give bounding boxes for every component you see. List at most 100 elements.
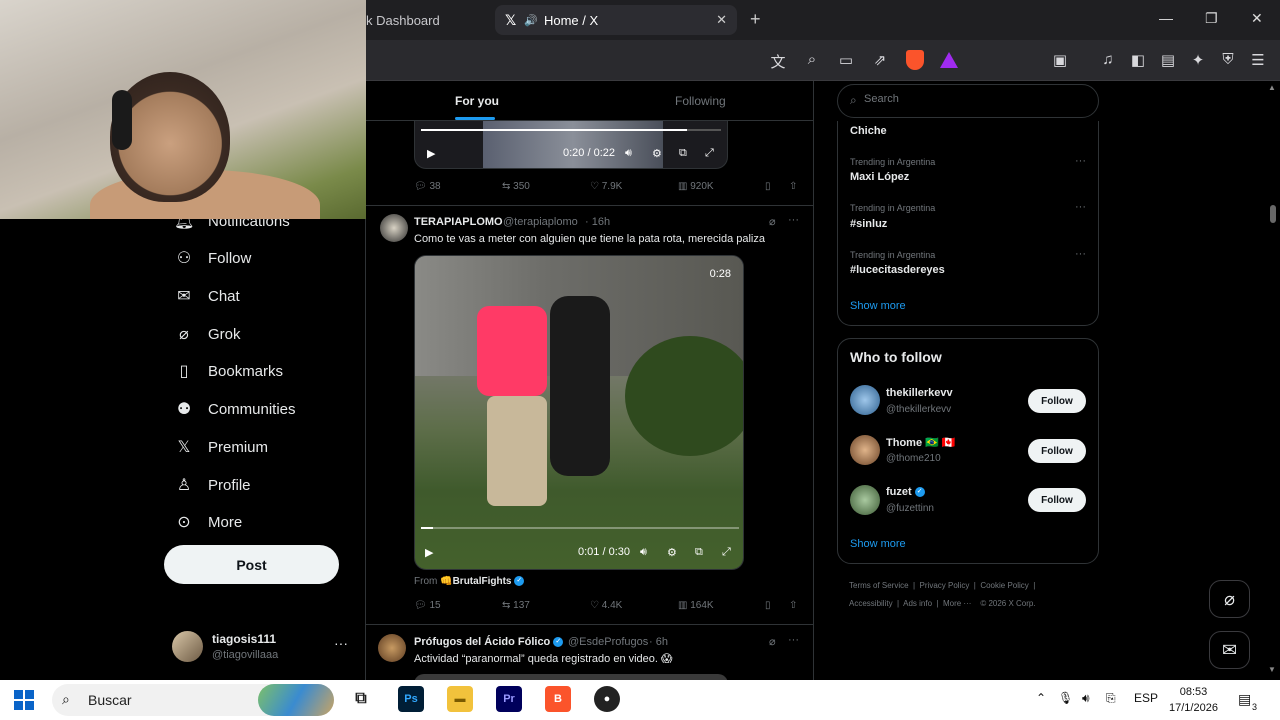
scrollbar-thumb[interactable] (1270, 205, 1276, 223)
nav-communities[interactable]: ⚉ Communities (174, 399, 296, 419)
search-box[interactable]: ⌕ (837, 84, 1099, 118)
media-icon[interactable]: ♫ (1098, 51, 1118, 68)
suggestion-handle[interactable]: @thekillerkevv (886, 404, 951, 415)
nav-bookmarks[interactable]: ▯ Bookmarks (174, 361, 283, 381)
more-dots-icon[interactable]: ··· (788, 214, 799, 226)
avatar[interactable] (850, 385, 880, 415)
tweet-author-handle[interactable]: @EsdeProfugos (568, 636, 648, 648)
wallet-icon[interactable]: ▤ (1158, 51, 1178, 69)
tab-search-icon[interactable]: ▣ (1050, 51, 1070, 69)
tweet-time[interactable]: · 16h (585, 216, 610, 228)
more-dots-icon[interactable]: ··· (1075, 155, 1086, 167)
zoom-icon[interactable]: ⌕ (802, 51, 822, 68)
video-progress-bar[interactable] (421, 129, 721, 131)
tweet-avatar[interactable] (380, 214, 408, 242)
tab-dashboard[interactable]: k Dashboard (360, 5, 490, 35)
trends-show-more[interactable]: Show more (850, 300, 906, 312)
tweet-avatar[interactable] (378, 634, 406, 662)
suggestion-name[interactable]: Thome 🇧🇷 🇨🇦 (886, 436, 956, 449)
views-count[interactable]: ▥ 920K (678, 181, 714, 192)
suggestion-handle[interactable]: @thome210 (886, 453, 941, 464)
language-indicator[interactable]: ESP (1134, 691, 1158, 705)
avatar[interactable] (850, 435, 880, 465)
tweet-author-handle[interactable]: @terapiaplomo (503, 216, 578, 228)
leo-ai-icon[interactable]: ✦ (1188, 51, 1208, 69)
new-tab-button[interactable]: + (750, 9, 761, 30)
obs-icon[interactable]: ● (594, 686, 620, 712)
follow-button[interactable]: Follow (1028, 389, 1086, 413)
window-close-icon[interactable]: ✕ (1251, 10, 1263, 27)
taskbar-search[interactable]: ⌕ Buscar (52, 684, 334, 716)
follow-button[interactable]: Follow (1028, 439, 1086, 463)
restore-icon[interactable]: ❐ (1205, 10, 1218, 27)
search-input[interactable] (864, 93, 1084, 105)
bookmark-icon[interactable]: ▯ (765, 181, 771, 192)
volume-icon[interactable]: 🔊︎ (640, 546, 647, 559)
tweet-author-name[interactable]: Prófugos del Ácido Fólico ✓ (414, 636, 564, 648)
nav-grok[interactable]: ⌀ Grok (174, 324, 240, 344)
show-hidden-icons[interactable]: ⌃ (1036, 691, 1046, 705)
share-icon[interactable]: ⇧ (789, 600, 797, 611)
repost-button[interactable]: ⇆ 137 (502, 600, 530, 611)
nav-more[interactable]: ⊙ More (174, 512, 242, 532)
scroll-down-icon[interactable]: ▼ (1268, 665, 1276, 674)
who-to-follow-show-more[interactable]: Show more (850, 538, 906, 550)
sidebar-toggle-icon[interactable]: ◧ (1128, 51, 1148, 69)
minimize-icon[interactable]: — (1159, 10, 1173, 26)
follow-button[interactable]: Follow (1028, 488, 1086, 512)
brave-shields-icon[interactable] (906, 50, 924, 70)
like-button[interactable]: ♡ 7.9K (590, 181, 622, 192)
nav-profile[interactable]: ♙ Profile (174, 475, 251, 495)
post-button[interactable]: Post (164, 545, 339, 584)
volume-icon[interactable]: 🔊︎ (625, 147, 632, 160)
cast-icon[interactable]: ▭ (836, 51, 856, 69)
translate-icon[interactable]: 文 (768, 51, 788, 72)
bookmark-icon[interactable]: ▯ (765, 600, 771, 611)
from-source[interactable]: BrutalFights (453, 576, 512, 587)
clock[interactable]: 08:53 17/1/2026 (1169, 684, 1218, 716)
account-switcher[interactable]: tiagosis111 @tiagovillaaa ··· (172, 629, 362, 669)
footer-privacy[interactable]: Privacy Policy (920, 581, 970, 590)
fullscreen-icon[interactable]: ⤢ (722, 546, 731, 559)
nav-follow[interactable]: ⚇ Follow (174, 248, 252, 268)
trend-title[interactable]: #lucecitasdereyes (850, 264, 945, 276)
reply-button[interactable]: 💬︎ 38 (414, 181, 441, 192)
grok-icon[interactable]: ⌀ (769, 635, 776, 648)
share-icon[interactable]: ⇧ (789, 181, 797, 192)
fullscreen-icon[interactable]: ⤢ (705, 147, 714, 160)
play-icon[interactable]: ▶ (425, 546, 433, 559)
tab-for-you[interactable]: For you (455, 94, 499, 108)
footer-more[interactable]: More ··· (943, 599, 971, 608)
trend-title[interactable]: Maxi López (850, 171, 909, 183)
messages-fab-button[interactable]: ✉ (1209, 631, 1250, 669)
grok-icon[interactable]: ⌀ (769, 215, 776, 228)
suggestion-name[interactable]: thekillerkevv (886, 387, 953, 399)
video-progress-bar[interactable] (421, 527, 739, 529)
tweet-author-name[interactable]: TERAPIAPLOMO (414, 216, 503, 228)
video-source[interactable]: From 👊BrutalFights ✓ (414, 576, 525, 587)
pip-icon[interactable]: ⧉ (679, 147, 687, 160)
scroll-up-icon[interactable]: ▲ (1268, 83, 1276, 92)
speaker-icon[interactable]: 🔊 (524, 14, 538, 27)
tab-home-x[interactable]: 𝕏 🔊 Home / X ✕ (495, 5, 737, 35)
avatar[interactable] (850, 485, 880, 515)
repost-button[interactable]: ⇆ 350 (502, 181, 530, 192)
more-dots-icon[interactable]: ··· (788, 634, 799, 646)
views-count[interactable]: ▥ 164K (678, 600, 714, 611)
suggestion-handle[interactable]: @fuzettinn (886, 503, 934, 514)
pip-icon[interactable]: ⧉ (695, 546, 703, 559)
microphone-icon[interactable]: 🎙︎ (1058, 691, 1073, 705)
tweet-video-player[interactable]: 0:28 ▶ 0:01 / 0:30 🔊︎ ⚙ ⧉ ⤢ (414, 255, 744, 570)
brave-icon[interactable]: B (545, 686, 571, 712)
previous-video-player[interactable]: ▶ 0:20 / 0:22 🔊︎ ⚙ ⧉ ⤢ (414, 121, 728, 169)
like-button[interactable]: ♡ 4.4K (590, 600, 622, 611)
grok-fab-button[interactable]: ⌀ (1209, 580, 1250, 618)
tab-following[interactable]: Following (675, 94, 726, 108)
nav-premium[interactable]: 𝕏 Premium (174, 437, 268, 457)
photoshop-icon[interactable]: Ps (398, 686, 424, 712)
trend-title[interactable]: #sinluz (850, 218, 887, 230)
trend-title[interactable]: Chiche (850, 125, 887, 137)
task-view-icon[interactable]: ⧉ (348, 686, 374, 712)
reply-button[interactable]: 💬︎ 15 (414, 600, 441, 611)
volume-icon[interactable]: 🔊︎ (1082, 691, 1090, 706)
